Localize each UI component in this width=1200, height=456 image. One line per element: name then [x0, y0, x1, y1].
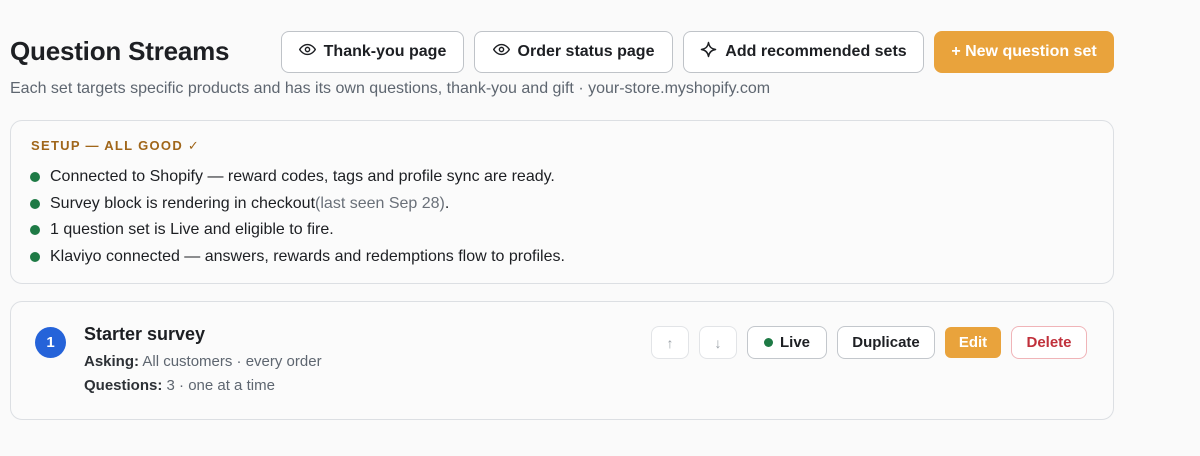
setup-heading: SETUP — ALL GOOD ✓ [31, 138, 201, 153]
setup-item-klaviyo: Klaviyo connected — answers, rewards and… [30, 244, 565, 271]
questions-value: 3 · one at a time [166, 377, 275, 394]
setup-item-live-set: 1 question set is Live and eligible to f… [30, 217, 565, 244]
questions-label: Questions: [84, 377, 163, 394]
setup-item-text: Connected to Shopify — reward codes, tag… [50, 168, 555, 186]
setup-item-text: Klaviyo connected — answers, rewards and… [50, 247, 565, 265]
question-set-card: 1 Starter survey Asking: All customers ·… [10, 301, 1114, 420]
delete-button[interactable]: Delete [1011, 326, 1087, 359]
setup-item-text: Survey block is rendering in checkout [50, 194, 316, 212]
add-recommended-sets-button[interactable]: Add recommended sets [683, 31, 924, 73]
arrow-up-icon: ↑ [666, 334, 674, 351]
order-status-page-button[interactable]: Order status page [474, 31, 673, 73]
live-toggle-button[interactable]: Live [747, 326, 827, 359]
asking-value: All customers · every order [142, 353, 322, 370]
move-up-button[interactable]: ↑ [651, 326, 689, 359]
eye-icon [298, 41, 316, 63]
status-dot-icon [30, 172, 40, 183]
thank-you-page-button[interactable]: Thank-you page [281, 31, 464, 73]
order-status-page-label: Order status page [517, 43, 655, 60]
move-down-button[interactable]: ↓ [699, 326, 737, 359]
setup-item-shopify: Connected to Shopify — reward codes, tag… [30, 164, 565, 191]
page-title: Question Streams [10, 36, 230, 66]
setup-checklist: Connected to Shopify — reward codes, tag… [30, 164, 565, 270]
set-name: Starter survey [84, 324, 206, 344]
thank-you-page-label: Thank-you page [323, 43, 447, 60]
status-dot-icon [30, 225, 40, 236]
duplicate-button[interactable]: Duplicate [837, 326, 935, 359]
set-questions: Questions: 3 · one at a time [84, 377, 275, 394]
setup-item-text: 1 question set is Live and eligible to f… [50, 221, 334, 239]
set-order-badge: 1 [35, 327, 66, 358]
header-actions: Thank-you page Order status page Add rec… [281, 31, 1114, 73]
new-question-set-button[interactable]: + New question set [934, 31, 1114, 73]
setup-item-suffix: . [444, 194, 450, 212]
setup-item-survey-block: Survey block is rendering in checkout (la… [30, 191, 565, 218]
live-dot-icon [763, 338, 773, 347]
status-dot-icon [30, 251, 40, 262]
arrow-down-icon: ↓ [714, 334, 722, 351]
page-subtitle: Each set targets specific products and h… [10, 80, 771, 97]
asking-label: Asking: [84, 353, 140, 370]
eye-icon [492, 41, 510, 63]
sparkle-icon [700, 41, 717, 63]
set-asking: Asking: All customers · every order [84, 353, 322, 370]
set-actions: ↑ ↓ Live Duplicate Edit Delete [651, 326, 1087, 359]
live-label: Live [779, 334, 810, 351]
add-recommended-sets-label: Add recommended sets [725, 43, 907, 60]
edit-button[interactable]: Edit [945, 327, 1001, 358]
status-dot-icon [30, 198, 40, 209]
setup-item-note: (last seen Sep 28) [315, 194, 445, 212]
setup-status-card: SETUP — ALL GOOD ✓ Connected to Shopify … [10, 120, 1114, 284]
